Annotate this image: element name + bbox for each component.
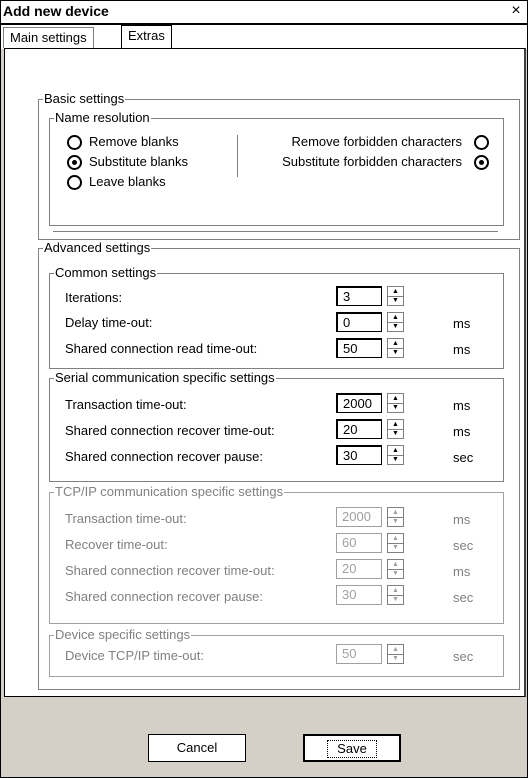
spin-down-icon[interactable]: ▼ [388, 429, 403, 438]
vertical-separator [237, 135, 238, 177]
tcpip-recover-timeout-spinner: ▲ ▼ [387, 533, 404, 553]
common-settings-legend: Common settings [54, 265, 158, 281]
window-title: Add new device [3, 3, 109, 19]
radio-dot-selected [474, 154, 489, 170]
radio-remove-blanks[interactable]: Remove blanks [67, 134, 179, 150]
tcpip-shared-recover-pause-spinner: ▲ ▼ [387, 585, 404, 605]
section-divider [53, 231, 498, 232]
device-settings-legend: Device specific settings [54, 627, 192, 643]
serial-recover-timeout-input[interactable]: 20 [336, 419, 382, 439]
serial-recover-pause-unit: sec [453, 450, 474, 465]
save-button[interactable]: Save [303, 734, 401, 762]
tcpip-shared-recover-pause-input: 30 [336, 585, 382, 605]
tab-main-settings[interactable]: Main settings [3, 27, 94, 48]
shared-read-timeout-input[interactable]: 50 [336, 338, 382, 358]
tcpip-recover-timeout-input: 60 [336, 533, 382, 553]
spin-down-icon: ▼ [392, 518, 399, 525]
radio-leave-blanks[interactable]: Leave blanks [67, 174, 166, 190]
basic-settings-group: Basic settings Name resolution Remove bl… [38, 91, 520, 240]
tcpip-transaction-timeout-spinner: ▲ ▼ [387, 507, 404, 527]
radio-label: Substitute blanks [89, 154, 189, 169]
delay-timeout-spinner[interactable]: ▲ ▼ [387, 312, 404, 332]
tcpip-shared-recover-timeout-input: 20 [336, 559, 382, 579]
radio-dot [474, 134, 489, 150]
close-icon[interactable]: × [508, 2, 524, 20]
delay-timeout-unit: ms [453, 316, 471, 331]
spin-down-icon[interactable]: ▼ [388, 322, 403, 331]
tcpip-transaction-timeout-unit: ms [453, 512, 471, 527]
cancel-button[interactable]: Cancel [148, 734, 246, 762]
serial-recover-timeout-label: Shared connection recover time-out: [65, 423, 275, 438]
tcpip-shared-recover-pause-unit: sec [453, 590, 474, 605]
tcpip-transaction-timeout-label: Transaction time-out: [65, 511, 187, 526]
serial-transaction-timeout-label: Transaction time-out: [65, 397, 187, 412]
serial-settings-legend: Serial communication specific settings [54, 370, 276, 386]
tcpip-shared-recover-timeout-label: Shared connection recover time-out: [65, 563, 275, 578]
radio-dot [67, 174, 82, 190]
spin-down-icon[interactable]: ▼ [388, 455, 403, 464]
name-resolution-legend: Name resolution [54, 110, 151, 126]
delay-timeout-input[interactable]: 0 [336, 312, 382, 332]
serial-recover-pause-input[interactable]: 30 [336, 445, 382, 465]
device-settings-group: Device specific settings Device TCP/IP t… [49, 627, 504, 677]
advanced-settings-group: Advanced settings Common settings Iterat… [38, 240, 520, 690]
tcpip-settings-legend: TCP/IP communication specific settings [54, 484, 285, 500]
basic-settings-legend: Basic settings [43, 91, 126, 107]
serial-transaction-timeout-input[interactable]: 2000 [336, 393, 382, 413]
spin-down-icon: ▼ [392, 544, 399, 551]
radio-dot [67, 134, 82, 150]
spin-down-icon: ▼ [392, 570, 399, 577]
radio-label: Remove blanks [89, 134, 179, 149]
tcpip-recover-timeout-label: Recover time-out: [65, 537, 168, 552]
radio-substitute-blanks[interactable]: Substitute blanks [67, 154, 188, 170]
radio-label: Remove forbidden characters [291, 134, 462, 149]
serial-recover-pause-spinner[interactable]: ▲ ▼ [387, 445, 404, 465]
tcpip-transaction-timeout-input: 2000 [336, 507, 382, 527]
serial-transaction-timeout-unit: ms [453, 398, 471, 413]
serial-recover-timeout-unit: ms [453, 424, 471, 439]
advanced-settings-legend: Advanced settings [43, 240, 152, 256]
iterations-input[interactable]: 3 [336, 286, 382, 306]
tcpip-settings-group: TCP/IP communication specific settings T… [49, 484, 504, 624]
spin-down-icon[interactable]: ▼ [388, 348, 403, 357]
radio-label: Leave blanks [89, 174, 166, 189]
radio-dot-selected [67, 154, 82, 170]
shared-read-timeout-label: Shared connection read time-out: [65, 341, 258, 356]
tcpip-shared-recover-timeout-spinner: ▲ ▼ [387, 559, 404, 579]
shared-read-timeout-spinner[interactable]: ▲ ▼ [387, 338, 404, 358]
serial-settings-group: Serial communication specific settings T… [49, 370, 504, 482]
spin-down-icon[interactable]: ▼ [388, 403, 403, 412]
tab-extras[interactable]: Extras [121, 25, 172, 49]
title-bar: Add new device × [1, 1, 527, 25]
extras-panel: Basic settings Name resolution Remove bl… [4, 48, 526, 697]
tab-strip: Main settings Extras [1, 25, 527, 49]
name-resolution-group: Name resolution Remove blanks Substitute… [49, 110, 504, 226]
serial-recover-pause-label: Shared connection recover pause: [65, 449, 264, 464]
dialog-window: Add new device × Main settings Extras Ba… [0, 0, 528, 778]
tcpip-shared-recover-timeout-unit: ms [453, 564, 471, 579]
serial-transaction-timeout-spinner[interactable]: ▲ ▼ [387, 393, 404, 413]
common-settings-group: Common settings Iterations: 3 ▲ ▼ Delay t… [49, 265, 504, 369]
delay-timeout-label: Delay time-out: [65, 315, 153, 330]
radio-substitute-forbidden-characters[interactable]: Substitute forbidden characters [282, 154, 489, 170]
radio-label: Substitute forbidden characters [282, 154, 462, 169]
radio-remove-forbidden-characters[interactable]: Remove forbidden characters [291, 134, 489, 150]
tcpip-shared-recover-pause-label: Shared connection recover pause: [65, 589, 264, 604]
device-tcpip-timeout-spinner: ▲ ▼ [387, 644, 404, 664]
spin-down-icon: ▼ [392, 596, 399, 603]
iterations-label: Iterations: [65, 290, 123, 305]
spin-down-icon: ▼ [392, 655, 399, 662]
device-tcpip-timeout-unit: sec [453, 649, 474, 664]
device-tcpip-timeout-input: 50 [336, 644, 382, 664]
serial-recover-timeout-spinner[interactable]: ▲ ▼ [387, 419, 404, 439]
iterations-spinner[interactable]: ▲ ▼ [387, 286, 404, 306]
tcpip-recover-timeout-unit: sec [453, 538, 474, 553]
device-tcpip-timeout-label: Device TCP/IP time-out: [65, 648, 204, 663]
save-button-label: Save [327, 740, 377, 758]
shared-read-timeout-unit: ms [453, 342, 471, 357]
spin-down-icon[interactable]: ▼ [388, 296, 403, 305]
